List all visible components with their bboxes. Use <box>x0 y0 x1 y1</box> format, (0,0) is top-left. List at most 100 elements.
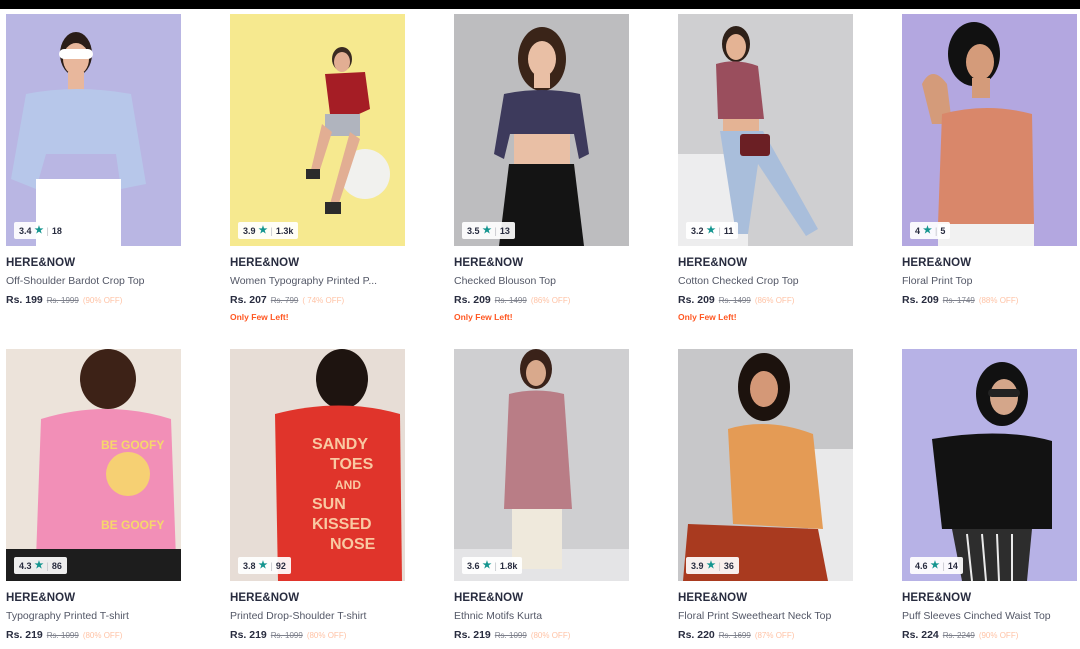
product-image[interactable]: 3.6 ★ | 1.8k <box>454 349 629 581</box>
product-name[interactable]: Puff Sleeves Cinched Waist Top <box>902 610 1074 622</box>
rating-badge: 3.9 ★ | 36 <box>686 557 739 574</box>
product-price: Rs. 219 <box>454 629 491 641</box>
product-discount: (90% OFF) <box>978 631 1019 640</box>
rating-value: 3.6 <box>467 560 480 571</box>
product-card[interactable]: 4 ★ | 5 HERE&NOW Floral Print Top Rs. 20… <box>902 14 1077 306</box>
product-name[interactable]: Off-Shoulder Bardot Crop Top <box>6 275 178 287</box>
rating-count: 14 <box>947 560 958 571</box>
star-icon: ★ <box>258 560 268 571</box>
product-brand: HERE&NOW <box>678 257 748 269</box>
price-line: Rs. 219 Rs. 1099 (80% OFF) <box>230 629 405 641</box>
star-icon: ★ <box>34 225 44 236</box>
stock-warning: Only Few Left! <box>230 312 289 322</box>
product-price: Rs. 209 <box>678 294 715 306</box>
product-image[interactable]: 3.4 ★ | 18 <box>6 14 181 246</box>
product-mrp: Rs. 1499 <box>494 296 527 305</box>
product-brand: HERE&NOW <box>230 592 300 604</box>
product-card[interactable]: BE GOOFY BE GOOFY 4.3 ★ | 86 HERE&NOW Ty… <box>6 349 181 641</box>
product-brand: HERE&NOW <box>902 592 972 604</box>
product-photo <box>454 14 629 246</box>
rating-badge: 3.2 ★ | 11 <box>686 222 739 239</box>
product-discount: (80% OFF) <box>530 631 571 640</box>
product-image[interactable]: 3.5 ★ | 13 <box>454 14 629 246</box>
product-mrp: Rs. 2249 <box>942 631 975 640</box>
product-photo <box>6 14 181 246</box>
product-image[interactable]: 3.9 ★ | 36 <box>678 349 853 581</box>
product-card[interactable]: 3.2 ★ | 11 HERE&NOW Cotton Checked Crop … <box>678 14 853 322</box>
product-image[interactable]: 3.9 ★ | 1.3k <box>230 14 405 246</box>
stock-warning: Only Few Left! <box>454 312 513 322</box>
product-card[interactable]: 3.6 ★ | 1.8k HERE&NOW Ethnic Motifs Kurt… <box>454 349 629 641</box>
product-photo <box>678 14 853 246</box>
product-card[interactable]: 3.9 ★ | 36 HERE&NOW Floral Print Sweethe… <box>678 349 853 641</box>
rating-value: 4 <box>915 225 921 236</box>
divider: | <box>270 225 273 236</box>
star-icon: ★ <box>923 225 932 236</box>
product-card[interactable]: 3.4 ★ | 18 HERE&NOW Off-Shoulder Bardot … <box>6 14 181 306</box>
product-name[interactable]: Typography Printed T-shirt <box>6 610 178 622</box>
product-card[interactable]: 4.6 ★ | 14 HERE&NOW Puff Sleeves Cinched… <box>902 349 1077 641</box>
rating-count: 5 <box>940 225 946 236</box>
rating-count: 13 <box>499 225 510 236</box>
star-icon: ★ <box>706 225 716 236</box>
product-photo <box>230 14 405 246</box>
product-discount: (86% OFF) <box>530 296 571 305</box>
product-image[interactable]: BE GOOFY BE GOOFY 4.3 ★ | 86 <box>6 349 181 581</box>
product-name[interactable]: Floral Print Sweetheart Neck Top <box>678 610 850 622</box>
rating-count: 36 <box>723 560 734 571</box>
product-card[interactable]: 3.9 ★ | 1.3k HERE&NOW Women Typography P… <box>230 14 405 322</box>
rating-badge: 3.6 ★ | 1.8k <box>462 557 523 574</box>
product-mrp: Rs. 1999 <box>46 296 79 305</box>
product-price: Rs. 207 <box>230 294 267 306</box>
product-name[interactable]: Ethnic Motifs Kurta <box>454 610 626 622</box>
product-photo: SANDY TOES AND SUN KISSED NOSE <box>230 349 405 581</box>
product-brand: HERE&NOW <box>6 257 76 269</box>
rating-value: 3.9 <box>243 225 256 236</box>
divider: | <box>494 560 497 571</box>
product-price: Rs. 209 <box>902 294 939 306</box>
product-name[interactable]: Floral Print Top <box>902 275 1074 287</box>
rating-count: 1.8k <box>499 560 518 571</box>
product-name[interactable]: Women Typography Printed P... <box>230 275 402 287</box>
product-discount: (90% OFF) <box>82 296 123 305</box>
product-image[interactable]: 3.2 ★ | 11 <box>678 14 853 246</box>
rating-badge: 3.9 ★ | 1.3k <box>238 222 299 239</box>
svg-text:SUN: SUN <box>312 496 346 513</box>
rating-count: 1.3k <box>275 225 294 236</box>
rating-badge: 4.6 ★ | 14 <box>910 557 963 574</box>
product-card[interactable]: 3.5 ★ | 13 HERE&NOW Checked Blouson Top … <box>454 14 629 322</box>
star-icon: ★ <box>258 225 268 236</box>
product-image[interactable]: 4 ★ | 5 <box>902 14 1077 246</box>
divider: | <box>270 560 273 571</box>
product-name[interactable]: Checked Blouson Top <box>454 275 626 287</box>
product-photo <box>902 349 1077 581</box>
product-image[interactable]: SANDY TOES AND SUN KISSED NOSE 3.8 ★ | 9… <box>230 349 405 581</box>
star-icon: ★ <box>482 225 492 236</box>
rating-value: 3.4 <box>19 225 32 236</box>
product-price: Rs. 219 <box>230 629 267 641</box>
svg-text:KISSED: KISSED <box>312 516 372 533</box>
product-photo <box>454 349 629 581</box>
product-mrp: Rs. 1099 <box>46 631 79 640</box>
product-card[interactable]: SANDY TOES AND SUN KISSED NOSE 3.8 ★ | 9… <box>230 349 405 641</box>
product-name[interactable]: Printed Drop-Shoulder T-shirt <box>230 610 402 622</box>
product-price: Rs. 199 <box>6 294 43 306</box>
rating-count: 86 <box>51 560 62 571</box>
rating-badge: 3.8 ★ | 92 <box>238 557 291 574</box>
product-brand: HERE&NOW <box>6 592 76 604</box>
rating-value: 4.6 <box>915 560 928 571</box>
rating-count: 11 <box>723 225 734 236</box>
product-discount: (86% OFF) <box>754 296 795 305</box>
product-image[interactable]: 4.6 ★ | 14 <box>902 349 1077 581</box>
price-line: Rs. 219 Rs. 1099 (80% OFF) <box>454 629 629 641</box>
divider: | <box>46 560 49 571</box>
divider: | <box>494 225 497 236</box>
divider: | <box>718 225 721 236</box>
product-discount: (87% OFF) <box>754 631 795 640</box>
price-line: Rs. 219 Rs. 1099 (80% OFF) <box>6 629 181 641</box>
product-discount: (80% OFF) <box>306 631 347 640</box>
product-price: Rs. 224 <box>902 629 939 641</box>
star-icon: ★ <box>930 560 940 571</box>
product-brand: HERE&NOW <box>678 592 748 604</box>
product-name[interactable]: Cotton Checked Crop Top <box>678 275 850 287</box>
